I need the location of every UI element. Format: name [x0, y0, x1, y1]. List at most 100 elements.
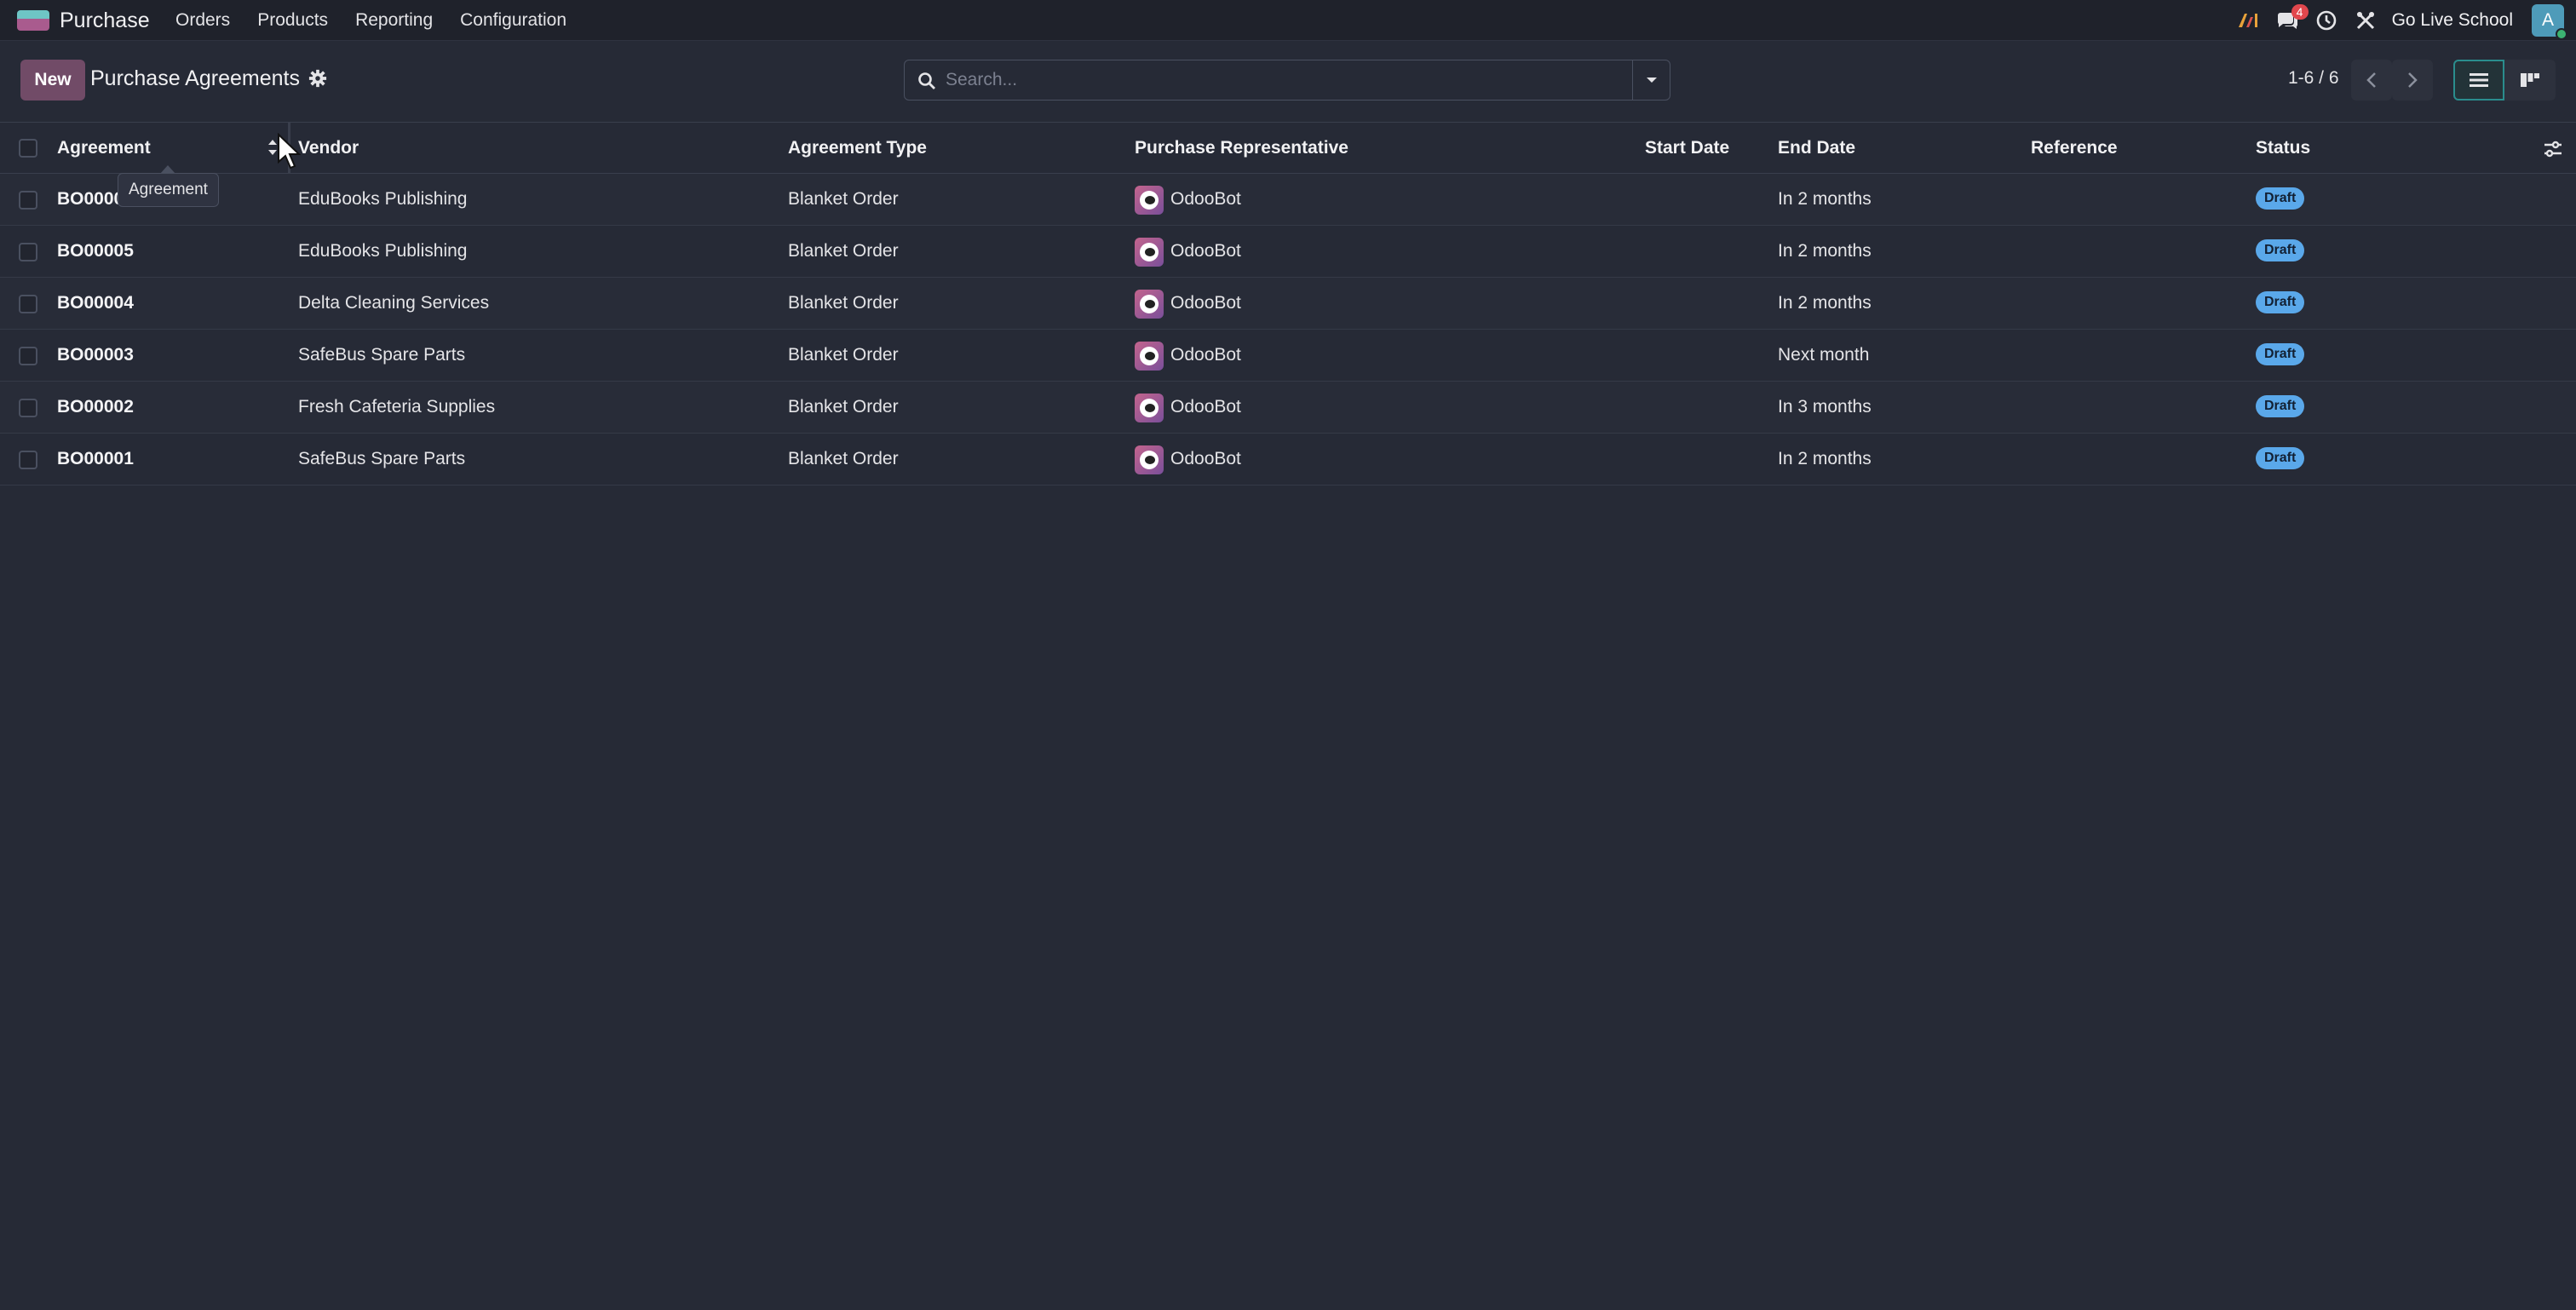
status-badge: Draft: [2256, 343, 2305, 365]
kanban-view-icon: [2521, 73, 2539, 87]
column-header-start-date[interactable]: Start Date: [1645, 138, 1729, 158]
representative-avatar: [1135, 186, 1164, 215]
pager-previous-button[interactable]: [2351, 60, 2392, 101]
row-checkbox[interactable]: [19, 451, 37, 469]
search-options-toggle[interactable]: [1632, 60, 1670, 100]
search-input[interactable]: [946, 66, 1593, 95]
column-header-reference[interactable]: Reference: [2031, 138, 2118, 158]
chevron-left-icon: [2366, 72, 2376, 88]
table-row[interactable]: BO00006 EduBooks Publishing Blanket Orde…: [0, 174, 2576, 226]
message-count-badge: 4: [2291, 4, 2309, 20]
avatar-letter: A: [2541, 10, 2554, 30]
pager-value[interactable]: 1-6 / 6: [2288, 68, 2339, 89]
cell-agreement-type: Blanket Order: [788, 449, 899, 468]
cell-representative[interactable]: OdooBot: [1170, 293, 1241, 313]
table-row[interactable]: BO00005 EduBooks Publishing Blanket Orde…: [0, 226, 2576, 278]
table-header: Agreement Vendor Agreement Type Purchase…: [0, 123, 2576, 174]
app-brand[interactable]: Purchase: [60, 9, 150, 33]
row-checkbox[interactable]: [19, 191, 37, 210]
table-row[interactable]: BO00002 Fresh Cafeteria Supplies Blanket…: [0, 382, 2576, 434]
cell-agreement-type: Blanket Order: [788, 293, 899, 313]
cell-representative[interactable]: OdooBot: [1170, 397, 1241, 417]
company-switcher[interactable]: Go Live School: [2392, 10, 2513, 31]
cell-representative[interactable]: OdooBot: [1170, 449, 1241, 469]
gear-icon[interactable]: [308, 69, 327, 88]
new-button[interactable]: New: [20, 60, 85, 101]
search-bar[interactable]: [904, 60, 1670, 101]
ai-icon[interactable]: [2235, 8, 2261, 33]
top-navbar: Purchase Orders Products Reporting Confi…: [0, 0, 2576, 41]
status-badge: Draft: [2256, 187, 2305, 210]
menu-products[interactable]: Products: [257, 10, 328, 31]
cell-end-date: In 2 months: [1778, 189, 1872, 209]
status-badge: Draft: [2256, 395, 2305, 417]
cell-end-date: In 3 months: [1778, 397, 1872, 417]
user-avatar[interactable]: A: [2532, 4, 2567, 40]
agreements-table: Agreement Vendor Agreement Type Purchase…: [0, 123, 2576, 486]
cell-vendor: SafeBus Spare Parts: [298, 345, 466, 365]
app-logo-icon[interactable]: [17, 10, 49, 31]
representative-avatar: [1135, 342, 1164, 371]
control-panel: New Purchase Agreements 1-6 / 6: [0, 41, 2576, 123]
list-view-icon: [2470, 73, 2488, 87]
column-header-agreement-type[interactable]: Agreement Type: [788, 138, 927, 158]
chat-icon[interactable]: 4: [2274, 4, 2309, 33]
cell-end-date: In 2 months: [1778, 449, 1872, 468]
online-status-dot: [2556, 28, 2567, 40]
row-checkbox[interactable]: [19, 347, 37, 365]
cell-agreement: BO00005: [57, 241, 134, 261]
cell-end-date: In 2 months: [1778, 293, 1872, 313]
cell-representative[interactable]: OdooBot: [1170, 345, 1241, 365]
optional-columns-icon[interactable]: [2542, 138, 2564, 160]
column-header-agreement[interactable]: Agreement: [57, 138, 151, 158]
table-row[interactable]: BO00003 SafeBus Spare Parts Blanket Orde…: [0, 330, 2576, 382]
page-title[interactable]: Purchase Agreements: [90, 66, 300, 91]
table-body: BO00006 EduBooks Publishing Blanket Orde…: [0, 174, 2576, 486]
cell-agreement-type: Blanket Order: [788, 397, 899, 417]
cell-agreement: BO00001: [57, 449, 134, 468]
menu-orders[interactable]: Orders: [175, 10, 230, 31]
kanban-view-button[interactable]: [2504, 60, 2556, 101]
representative-avatar: [1135, 290, 1164, 319]
status-badge: Draft: [2256, 291, 2305, 313]
column-header-end-date[interactable]: End Date: [1778, 138, 1855, 158]
cell-vendor: Delta Cleaning Services: [298, 293, 490, 313]
representative-avatar: [1135, 238, 1164, 267]
row-checkbox[interactable]: [19, 295, 37, 313]
column-tooltip: Agreement: [118, 165, 219, 207]
systray: 4 Go Live School A: [2235, 0, 2576, 41]
cell-vendor: EduBooks Publishing: [298, 189, 468, 209]
main-menu: Orders Products Reporting Configuration: [175, 10, 594, 31]
select-all-checkbox[interactable]: [19, 139, 37, 158]
row-checkbox[interactable]: [19, 243, 37, 261]
pager-next-button[interactable]: [2392, 60, 2433, 101]
column-header-status[interactable]: Status: [2256, 138, 2310, 158]
mouse-cursor-icon: [278, 133, 302, 169]
cell-representative[interactable]: OdooBot: [1170, 241, 1241, 261]
cell-agreement: BO00003: [57, 345, 134, 365]
representative-avatar: [1135, 394, 1164, 422]
cell-representative[interactable]: OdooBot: [1170, 189, 1241, 210]
clock-icon[interactable]: [2314, 8, 2339, 33]
cell-agreement-type: Blanket Order: [788, 241, 899, 261]
cell-agreement-type: Blanket Order: [788, 345, 899, 365]
search-icon: [918, 72, 935, 89]
menu-reporting[interactable]: Reporting: [355, 10, 433, 31]
status-badge: Draft: [2256, 239, 2305, 261]
chevron-right-icon: [2408, 72, 2418, 88]
cell-end-date: Next month: [1778, 345, 1870, 365]
cell-end-date: In 2 months: [1778, 241, 1872, 261]
cell-vendor: Fresh Cafeteria Supplies: [298, 397, 496, 417]
cell-agreement: BO00004: [57, 293, 134, 313]
cell-vendor: SafeBus Spare Parts: [298, 449, 466, 468]
row-checkbox[interactable]: [19, 399, 37, 417]
column-header-purchase-representative[interactable]: Purchase Representative: [1135, 138, 1348, 158]
cell-vendor: EduBooks Publishing: [298, 241, 468, 261]
representative-avatar: [1135, 445, 1164, 474]
list-view-button[interactable]: [2453, 60, 2504, 101]
table-row[interactable]: BO00004 Delta Cleaning Services Blanket …: [0, 278, 2576, 330]
menu-configuration[interactable]: Configuration: [460, 10, 566, 31]
tools-icon[interactable]: [2353, 8, 2378, 33]
column-header-vendor[interactable]: Vendor: [298, 138, 359, 158]
table-row[interactable]: BO00001 SafeBus Spare Parts Blanket Orde…: [0, 434, 2576, 486]
